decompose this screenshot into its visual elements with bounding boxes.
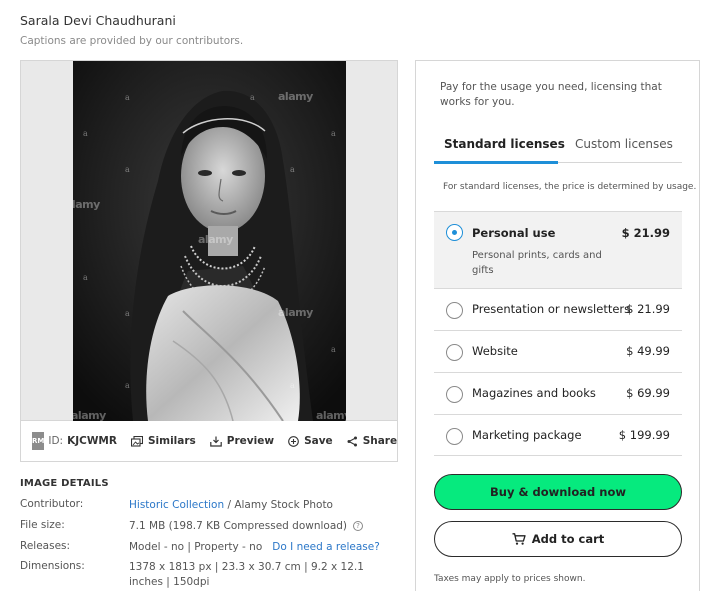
watermark: a: [290, 165, 295, 174]
share-label: Share: [362, 435, 398, 447]
option-price: $ 69.99: [626, 386, 670, 400]
watermark: a: [83, 129, 88, 138]
tab-custom-licenses[interactable]: Custom licenses: [575, 137, 673, 151]
license-option-personal-use[interactable]: Personal use Personal prints, cards and …: [434, 211, 682, 288]
radio-button[interactable]: [446, 428, 463, 445]
add-to-cart-button[interactable]: Add to cart: [434, 521, 682, 557]
option-price: $ 21.99: [626, 302, 670, 316]
watermark: a: [125, 165, 130, 174]
contributor-rest: / Alamy Stock Photo: [224, 499, 333, 511]
image-details-heading: IMAGE DETAILS: [20, 478, 109, 489]
license-options: Personal use Personal prints, cards and …: [434, 211, 682, 456]
radio-button[interactable]: [446, 302, 463, 319]
share-button[interactable]: Share: [347, 435, 397, 447]
rm-badge: RM: [32, 432, 45, 450]
radio-button[interactable]: [446, 344, 463, 361]
filesize-value: 7.1 MB (198.7 KB Compressed download): [129, 520, 348, 532]
license-intro: Pay for the usage you need, licensing th…: [440, 81, 662, 108]
similars-button[interactable]: Similars: [130, 435, 196, 447]
add-to-cart-label: Add to cart: [531, 532, 605, 546]
license-option-presentation[interactable]: Presentation or newsletters $ 21.99: [434, 288, 682, 330]
radio-button[interactable]: [446, 224, 463, 241]
image-id-label: ID:: [48, 435, 64, 447]
preview-button[interactable]: Preview: [209, 435, 275, 447]
watermark: alamy: [73, 198, 100, 211]
watermark: alamy: [73, 409, 106, 421]
license-panel: Pay for the usage you need, licensing th…: [415, 60, 700, 591]
option-name: Magazines and books: [472, 386, 596, 400]
download-icon: [209, 436, 222, 447]
tab-standard-licenses[interactable]: Standard licenses: [444, 137, 565, 151]
active-tab-indicator: [434, 161, 558, 164]
detail-label: Contributor:: [20, 498, 84, 510]
plus-circle-icon: [288, 435, 299, 447]
contributor-link[interactable]: Historic Collection: [129, 499, 224, 511]
image-id-value: KJCWMR: [67, 435, 117, 447]
watermark: a: [331, 345, 336, 354]
license-option-marketing[interactable]: Marketing package $ 199.99: [434, 414, 682, 456]
option-price: $ 49.99: [626, 344, 670, 358]
cart-icon: [512, 533, 526, 545]
watermark: a: [250, 93, 255, 102]
option-price: $ 199.99: [618, 428, 670, 442]
option-name: Personal use: [472, 226, 556, 240]
save-label: Save: [304, 435, 333, 447]
watermark: a: [290, 381, 295, 390]
watermark: a: [331, 129, 336, 138]
license-option-magazines[interactable]: Magazines and books $ 69.99: [434, 372, 682, 414]
option-name: Website: [472, 344, 518, 358]
detail-label: Releases:: [20, 540, 71, 552]
page-title: Sarala Devi Chaudhurani: [20, 13, 176, 28]
image-card: alamy alamy alamy alamy alamy alamy a a …: [20, 60, 398, 462]
watermark: a: [83, 273, 88, 282]
detail-label: File size:: [20, 519, 65, 531]
license-tabs: Standard licenses Custom licenses: [434, 131, 682, 164]
standard-license-note: For standard licenses, the price is dete…: [443, 182, 697, 192]
watermark: alamy: [278, 306, 313, 319]
radio-button[interactable]: [446, 386, 463, 403]
license-option-website[interactable]: Website $ 49.99: [434, 330, 682, 372]
option-description: Personal prints, cards and gifts: [472, 250, 602, 276]
watermark: a: [125, 309, 130, 318]
option-name: Presentation or newsletters: [472, 302, 631, 316]
similars-label: Similars: [147, 435, 196, 447]
watermark: a: [125, 93, 130, 102]
similars-icon: [130, 435, 143, 447]
watermark: alamy: [316, 409, 346, 421]
releases-value: Model - no | Property - no: [129, 541, 263, 553]
release-help-link[interactable]: Do I need a release?: [272, 541, 380, 553]
share-icon: [347, 436, 357, 446]
tax-note: Taxes may apply to prices shown.: [434, 574, 586, 584]
option-price: $ 21.99: [621, 226, 670, 240]
option-name: Marketing package: [472, 428, 582, 442]
preview-label: Preview: [226, 435, 275, 447]
page-subtitle: Captions are provided by our contributor…: [20, 35, 244, 47]
image-toolbar: RM ID: KJCWMR Similars Preview Save Shar…: [21, 421, 397, 461]
buy-download-button[interactable]: Buy & download now: [434, 474, 682, 510]
info-icon[interactable]: ?: [353, 521, 364, 531]
watermark: a: [125, 381, 130, 390]
dimensions-value: 1378 x 1813 px | 23.3 x 30.7 cm | 9.2 x …: [129, 561, 364, 588]
stock-photo[interactable]: alamy alamy alamy alamy alamy alamy a a …: [73, 61, 346, 421]
save-button[interactable]: Save: [288, 435, 333, 447]
image-area[interactable]: alamy alamy alamy alamy alamy alamy a a …: [21, 61, 397, 421]
watermark: alamy: [198, 233, 233, 246]
detail-label: Dimensions:: [20, 560, 85, 572]
watermark: alamy: [278, 90, 313, 103]
